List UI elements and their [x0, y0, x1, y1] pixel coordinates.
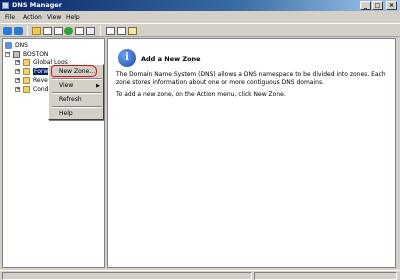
menu-separator: [52, 92, 102, 94]
folder-icon: [23, 77, 30, 84]
status-cell: [2, 272, 252, 280]
dns-icon: [5, 42, 12, 49]
refresh-icon[interactable]: [64, 27, 73, 35]
menu-view[interactable]: View: [47, 14, 61, 21]
window-title: DNS Manager: [12, 1, 62, 9]
annotation-circle: [51, 65, 97, 77]
new-zone-icon[interactable]: [128, 27, 137, 35]
menu-item-refresh[interactable]: Refresh: [51, 95, 103, 105]
menu-item-help[interactable]: Help: [51, 109, 103, 119]
menu-item-label: Help: [59, 110, 73, 117]
folder-icon: [23, 59, 30, 66]
content-heading: Add a New Zone: [141, 55, 201, 63]
tree-item-dns[interactable]: DNS: [5, 41, 95, 50]
menu-help[interactable]: Help: [66, 14, 80, 21]
menu-file[interactable]: File: [5, 14, 15, 21]
forward-icon[interactable]: [14, 27, 23, 35]
menu-action[interactable]: Action: [23, 14, 42, 21]
help-icon[interactable]: [86, 27, 95, 35]
expand-toggle[interactable]: +: [15, 87, 20, 92]
expand-toggle[interactable]: +: [15, 60, 20, 65]
toolbar: [0, 23, 400, 37]
submenu-arrow-icon: ▶: [96, 83, 100, 89]
menu-separator: [52, 106, 102, 108]
title-bar[interactable]: DNS Manager _ □ ×: [0, 0, 400, 11]
folder-icon: [23, 68, 30, 75]
content-description: The Domain Name System (DNS) allows a DN…: [116, 71, 386, 86]
back-icon[interactable]: [3, 27, 12, 35]
expand-toggle[interactable]: +: [15, 78, 20, 83]
content-pane: i Add a New Zone The Domain Name System …: [107, 38, 396, 268]
show-hide-tree-icon[interactable]: [43, 27, 52, 35]
info-icon: i: [118, 49, 136, 67]
server-icon[interactable]: [106, 27, 115, 35]
server-icon: [13, 51, 20, 58]
menu-separator: [52, 78, 102, 80]
record-icon[interactable]: [117, 27, 126, 35]
export-icon[interactable]: [75, 27, 84, 35]
status-bar: [0, 270, 400, 280]
content-instruction: To add a new zone, on the Action menu, c…: [116, 91, 286, 98]
minimize-button[interactable]: _: [360, 1, 371, 10]
status-cell: [254, 272, 397, 280]
tree-label: BOSTON: [23, 51, 49, 58]
collapse-toggle[interactable]: −: [5, 52, 10, 57]
menu-item-view[interactable]: View ▶: [51, 81, 103, 91]
menu-bar: File Action View Help: [0, 12, 400, 22]
toolbar-separator: [27, 26, 28, 36]
folder-icon: [23, 86, 30, 93]
toolbar-separator: [100, 26, 101, 36]
properties-icon[interactable]: [54, 27, 63, 35]
menu-item-label: Refresh: [59, 96, 82, 103]
tree-label: DNS: [15, 42, 28, 49]
close-button[interactable]: ×: [386, 1, 397, 10]
menu-item-label: View: [59, 82, 74, 89]
up-folder-icon[interactable]: [32, 27, 41, 35]
maximize-button[interactable]: □: [372, 1, 383, 10]
expand-toggle[interactable]: +: [15, 69, 20, 74]
dns-manager-app-icon[interactable]: [2, 2, 9, 9]
